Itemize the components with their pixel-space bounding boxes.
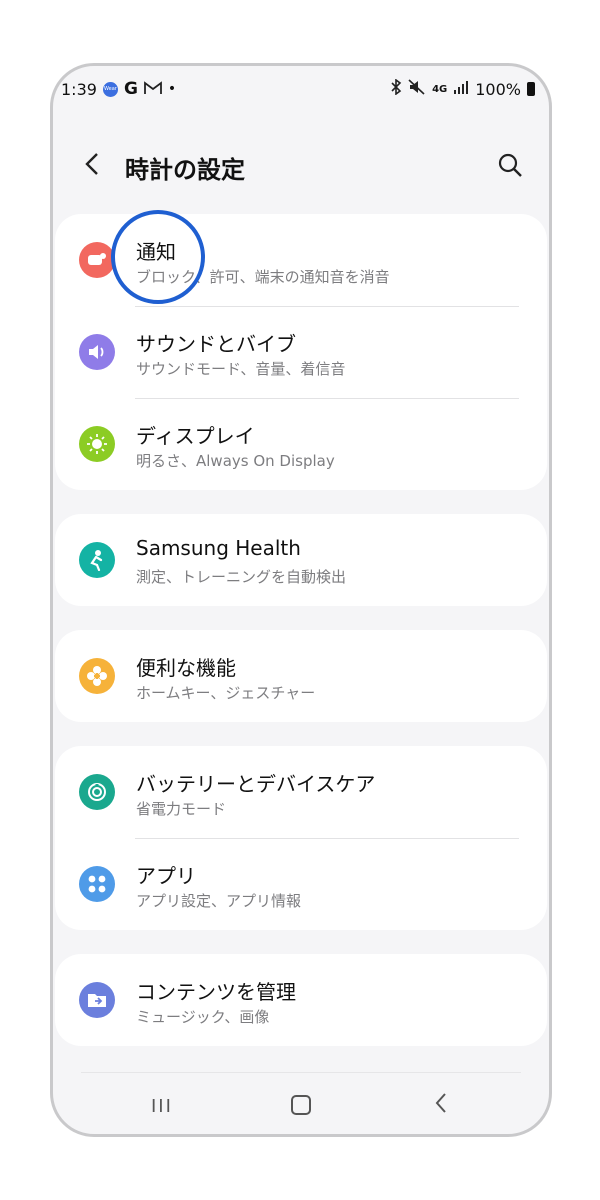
item-subtitle: 省電力モード <box>136 800 227 818</box>
item-subtitle: アプリ設定、アプリ情報 <box>136 892 302 910</box>
item-title: サウンドとバイブ <box>136 332 296 356</box>
battery-care-icon <box>79 774 115 810</box>
item-title: Samsung Health <box>136 536 301 560</box>
back-arrow-icon[interactable] <box>83 152 103 176</box>
mute-icon <box>408 79 426 99</box>
item-subtitle: ミュージック、画像 <box>136 1008 270 1026</box>
recent-apps-button[interactable]: III <box>151 1096 173 1117</box>
settings-group-3: 便利な機能 ホームキー、ジェスチャー <box>55 630 547 722</box>
settings-group-4: バッテリーとデバイスケア 省電力モード アプリ アプリ設定、アプリ情報 <box>55 746 547 930</box>
signal-bars-icon <box>453 80 469 99</box>
nav-back-button[interactable] <box>433 1092 449 1114</box>
gmail-icon <box>144 80 162 99</box>
settings-group-5: コンテンツを管理 ミュージック、画像 <box>55 954 547 1046</box>
navigation-bar: III <box>53 1072 549 1134</box>
battery-percent: 100% <box>475 79 521 99</box>
item-subtitle: 測定、トレーニングを自動検出 <box>136 568 347 586</box>
settings-item-advanced-features[interactable]: 便利な機能 ホームキー、ジェスチャー <box>55 630 547 722</box>
item-title: 便利な機能 <box>136 656 236 680</box>
nav-divider <box>81 1072 521 1073</box>
settings-item-samsung-health[interactable]: Samsung Health 測定、トレーニングを自動検出 <box>55 514 547 606</box>
item-title: コンテンツを管理 <box>136 980 296 1004</box>
item-title: バッテリーとデバイスケア <box>136 772 376 796</box>
status-bar: 1:39 Wear G • 4G 100% <box>61 78 535 100</box>
status-time: 1:39 <box>61 79 97 99</box>
phone-frame: 1:39 Wear G • 4G 100% 時計の設定 通知 ブロック、許可、端… <box>50 63 552 1137</box>
settings-item-apps[interactable]: アプリ アプリ設定、アプリ情報 <box>55 838 547 930</box>
wear-icon: Wear <box>102 81 118 97</box>
content-icon <box>79 982 115 1018</box>
settings-item-manage-content[interactable]: コンテンツを管理 ミュージック、画像 <box>55 954 547 1046</box>
search-icon[interactable] <box>497 152 523 178</box>
sound-icon <box>79 334 115 370</box>
settings-item-display[interactable]: ディスプレイ 明るさ、Always On Display <box>55 398 547 490</box>
item-subtitle: 明るさ、Always On Display <box>136 452 335 470</box>
notification-icon <box>79 242 115 278</box>
item-title: ディスプレイ <box>136 424 255 448</box>
google-icon: G <box>123 79 138 99</box>
settings-item-battery-device-care[interactable]: バッテリーとデバイスケア 省電力モード <box>55 746 547 838</box>
item-subtitle: ホームキー、ジェスチャー <box>136 684 316 702</box>
battery-icon <box>527 82 535 96</box>
highlight-circle-annotation <box>111 210 205 304</box>
advanced-features-icon <box>79 658 115 694</box>
signal-4g-icon: 4G <box>432 83 448 95</box>
bluetooth-icon <box>390 78 402 99</box>
app-header: 時計の設定 <box>53 144 549 186</box>
settings-group-2: Samsung Health 測定、トレーニングを自動検出 <box>55 514 547 606</box>
home-button[interactable] <box>291 1095 311 1115</box>
settings-item-sound-vibration[interactable]: サウンドとバイブ サウンドモード、音量、着信音 <box>55 306 547 398</box>
display-icon <box>79 426 115 462</box>
health-icon <box>79 542 115 578</box>
page-title: 時計の設定 <box>125 156 245 184</box>
item-subtitle: サウンドモード、音量、着信音 <box>136 360 346 378</box>
apps-icon <box>79 866 115 902</box>
notification-dot: • <box>167 81 177 97</box>
item-title: アプリ <box>136 864 196 888</box>
